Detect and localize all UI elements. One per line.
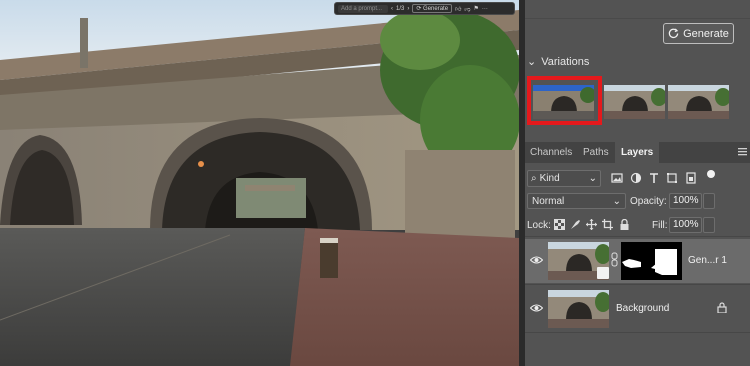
layer-name[interactable]: Background [616,303,669,314]
lock-all-icon[interactable] [619,219,630,230]
lock-position-icon[interactable] [586,219,597,230]
fill-dropdown-button[interactable] [703,217,715,233]
filter-toggle-icon[interactable] [707,170,715,178]
page-indicator: 1/3 [396,5,405,12]
generate-button[interactable]: Generate [663,23,734,44]
document-canvas[interactable]: Add a prompt... ‹ 1/3 › ⟳ Generate 👍︎ 👎︎… [0,0,519,366]
context-generate-label: Generate [423,6,449,12]
layer-row-generative[interactable]: Gen...r 1 [525,239,750,283]
chevron-left-icon[interactable]: ‹ [391,6,393,12]
flag-icon[interactable]: ⚑ [473,5,478,12]
canvas-image [0,0,519,366]
context-generate-button[interactable]: ⟳ Generate [412,4,453,13]
chevron-down-icon: ⌄ [588,173,597,184]
generate-icon [668,28,679,39]
thumbs-up-icon[interactable]: 👍︎ [455,5,461,13]
layers-divider [525,284,750,285]
more-icon[interactable]: ··· [482,6,488,12]
eye-icon[interactable] [530,255,543,265]
opacity-dropdown-button[interactable] [703,193,715,209]
fill-label: Fill: [652,220,668,231]
selected-variation-highlight [527,76,602,125]
blend-mode-select[interactable]: Normal ⌄ [527,193,626,209]
lock-image-pixels-icon[interactable] [570,219,581,230]
layer-row-background[interactable]: Background [525,287,750,331]
lock-label: Lock: [527,220,551,231]
layer-mask-image [621,242,682,280]
contextual-task-bar: Add a prompt... ‹ 1/3 › ⟳ Generate 👍︎ 👎︎… [334,2,515,15]
thumbs-down-icon[interactable]: 👎︎ [464,5,470,13]
adjustment-filter-icon[interactable] [630,172,642,184]
smart-object-filter-icon[interactable] [685,172,697,184]
pixel-filter-icon[interactable] [611,172,623,184]
layers-divider [525,236,750,237]
search-icon: ⌕ [531,173,537,184]
link-icon[interactable] [611,252,618,267]
lock-artboard-icon[interactable] [602,219,613,230]
shape-filter-icon[interactable] [666,172,678,184]
variations-header[interactable]: ⌄ Variations [527,55,590,69]
tab-paths[interactable]: Paths [583,142,609,163]
variation-image-3 [668,85,729,119]
variation-thumbnail-2[interactable] [604,85,665,119]
layer-filter-value: Kind [539,173,560,184]
lock-icon [717,302,727,313]
layer-name[interactable]: Gen...r 1 [688,255,727,266]
panel-menu-icon[interactable] [738,148,747,156]
panel-top-divider [525,18,750,19]
prompt-input[interactable]: Add a prompt... [338,4,388,13]
fill-input[interactable]: 100% [669,217,702,233]
layer-mask-thumbnail[interactable] [621,242,682,280]
chevron-right-icon[interactable]: › [407,6,409,12]
smart-object-badge-icon [597,267,609,279]
layer-thumbnail-image [548,290,609,328]
variations-label: Variations [541,55,590,68]
chevron-down-icon: ⌄ [527,56,537,68]
type-filter-icon[interactable] [648,172,660,184]
generate-label: Generate [683,27,729,40]
tab-layers[interactable]: Layers [615,142,660,163]
variation-image-2 [604,85,665,119]
tab-channels[interactable]: Channels [530,142,572,163]
variation-thumbnail-3[interactable] [668,85,729,119]
eye-icon[interactable] [530,303,543,313]
opacity-input[interactable]: 100% [669,193,702,209]
lock-transparent-icon[interactable] [554,219,565,230]
layers-divider [525,332,750,333]
opacity-label: Opacity: [630,196,667,207]
chevron-down-icon: ⌄ [612,195,621,207]
layer-thumbnail[interactable] [548,290,609,328]
layer-filter-select[interactable]: ⌕ Kind ⌄ [527,170,601,187]
sparkle-icon: ⟳ [416,6,422,12]
blend-mode-value: Normal [532,195,565,207]
